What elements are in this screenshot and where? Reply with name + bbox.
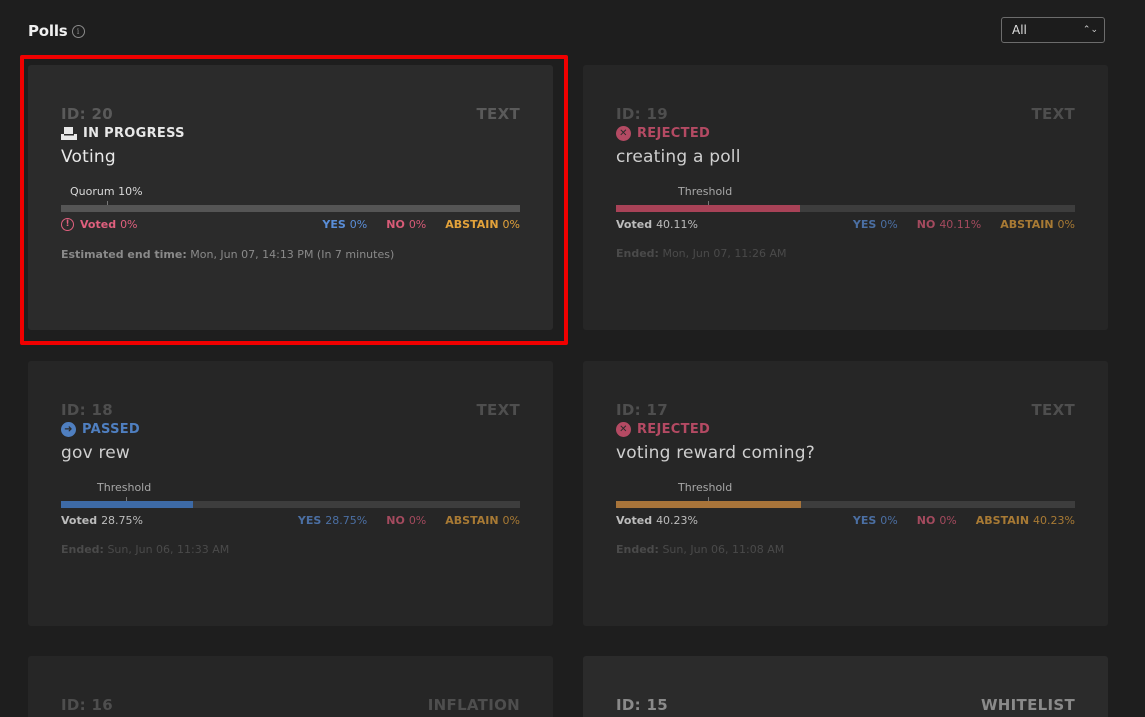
poll-card[interactable]: ID: 20 TEXT IN PROGRESS Voting Quorum 10… (28, 65, 553, 330)
vote-stats: Voted 40.11% YES 0% NO 40.11% ABSTAIN 0% (616, 218, 1075, 231)
no-stat: NO 0% (386, 514, 427, 527)
no-stat: NO 0% (386, 218, 427, 231)
progress-track (616, 205, 1075, 212)
status-badge: IN PROGRESS (61, 126, 520, 141)
yes-stat: YES 0% (852, 218, 898, 231)
status-badge: ➜ PASSED (61, 422, 520, 437)
status-label: PASSED (82, 422, 141, 437)
poll-type: TEXT (1031, 401, 1075, 419)
poll-card[interactable]: ID: 19 TEXT ✕ REJECTED creating a poll T… (583, 65, 1108, 330)
page-header: Polls i (28, 20, 85, 42)
abstain-stat: ABSTAIN 0% (445, 514, 520, 527)
arrow-circle-icon: ➜ (61, 422, 76, 437)
voting-box-icon (61, 127, 77, 140)
abstain-stat: ABSTAIN 0% (445, 218, 520, 231)
threshold-label: Threshold (678, 481, 733, 494)
vote-stats: ! Voted 0% YES 0% NO 0% ABSTAIN 0% (61, 218, 520, 231)
status-badge: ✕ REJECTED (616, 126, 1075, 141)
poll-id: ID: 20 (61, 105, 113, 123)
end-time: Estimated end time: Mon, Jun 07, 14:13 P… (61, 248, 395, 261)
vote-stats: Voted 40.23% YES 0% NO 0% ABSTAIN 40.23% (616, 514, 1075, 527)
alert-icon: ! (61, 218, 74, 231)
end-time: Ended: Sun, Jun 06, 11:33 AM (61, 543, 230, 556)
poll-card[interactable]: ID: 16 INFLATION (28, 656, 553, 717)
yes-stat: YES 0% (322, 218, 368, 231)
poll-id: ID: 17 (616, 401, 668, 419)
poll-title: gov rew (61, 443, 131, 463)
end-time: Ended: Mon, Jun 07, 11:26 AM (616, 247, 787, 260)
status-label: REJECTED (637, 422, 711, 437)
poll-card[interactable]: ID: 15 WHITELIST (583, 656, 1108, 717)
progress-fill (61, 501, 193, 508)
yes-stat: YES 28.75% (297, 514, 368, 527)
voted-stat: Voted 40.23% (616, 514, 699, 527)
voted-stat: Voted 28.75% (61, 514, 144, 527)
progress-fill (616, 205, 800, 212)
voted-value: 0% (120, 218, 138, 231)
abstain-stat: ABSTAIN 40.23% (975, 514, 1075, 527)
vote-progress: Threshold Voted 28.75% YES 28.75% NO 0% AB… (61, 481, 520, 537)
poll-type: TEXT (1031, 105, 1075, 123)
chevron-updown-icon: ⌃⌄ (1082, 25, 1098, 35)
poll-card[interactable]: ID: 17 TEXT ✕ REJECTED voting reward com… (583, 361, 1108, 626)
poll-type: WHITELIST (980, 696, 1075, 714)
poll-id: ID: 18 (61, 401, 113, 419)
poll-card[interactable]: ID: 18 TEXT ➜ PASSED gov rew Threshold V… (28, 361, 553, 626)
poll-id: ID: 16 (61, 696, 113, 714)
vote-progress: Threshold Voted 40.11% YES 0% NO 40.11% AB… (616, 185, 1075, 241)
x-circle-icon: ✕ (616, 422, 631, 437)
status-filter-select[interactable]: All ⌃⌄ (1001, 17, 1105, 43)
threshold-label: Threshold (678, 185, 733, 198)
poll-title: voting reward coming? (616, 443, 815, 463)
threshold-label: Threshold (97, 481, 152, 494)
poll-title: Voting (61, 147, 116, 167)
progress-track (61, 501, 520, 508)
vote-progress: Quorum 10% ! Voted 0% YES 0% NO 0% ABSTAIN… (61, 185, 520, 241)
poll-type: TEXT (476, 105, 520, 123)
poll-type: INFLATION (427, 696, 520, 714)
abstain-stat: ABSTAIN 0% (1000, 218, 1075, 231)
status-label: REJECTED (637, 126, 711, 141)
poll-id: ID: 19 (616, 105, 668, 123)
poll-title: creating a poll (616, 147, 741, 167)
progress-track (61, 205, 520, 212)
info-icon[interactable]: i (71, 24, 85, 38)
filter-selected-value: All (1012, 23, 1027, 37)
x-circle-icon: ✕ (616, 126, 631, 141)
vote-stats: Voted 28.75% YES 28.75% NO 0% ABSTAIN 0% (61, 514, 520, 527)
voted-stat: ! Voted 0% (61, 218, 138, 231)
progress-track (616, 501, 1075, 508)
no-stat: NO 40.11% (916, 218, 982, 231)
poll-id: ID: 15 (616, 696, 668, 714)
voted-stat: Voted 40.11% (616, 218, 699, 231)
page-title: Polls (28, 22, 68, 40)
quorum-label: Quorum 10% (70, 185, 143, 198)
end-time: Ended: Sun, Jun 06, 11:08 AM (616, 543, 785, 556)
voted-label: Voted (80, 218, 117, 231)
vote-progress: Threshold Voted 40.23% YES 0% NO 0% ABSTAI… (616, 481, 1075, 537)
status-badge: ✕ REJECTED (616, 422, 1075, 437)
poll-type: TEXT (476, 401, 520, 419)
status-label: IN PROGRESS (83, 126, 185, 141)
progress-fill (616, 501, 801, 508)
no-stat: NO 0% (916, 514, 957, 527)
yes-stat: YES 0% (852, 514, 898, 527)
